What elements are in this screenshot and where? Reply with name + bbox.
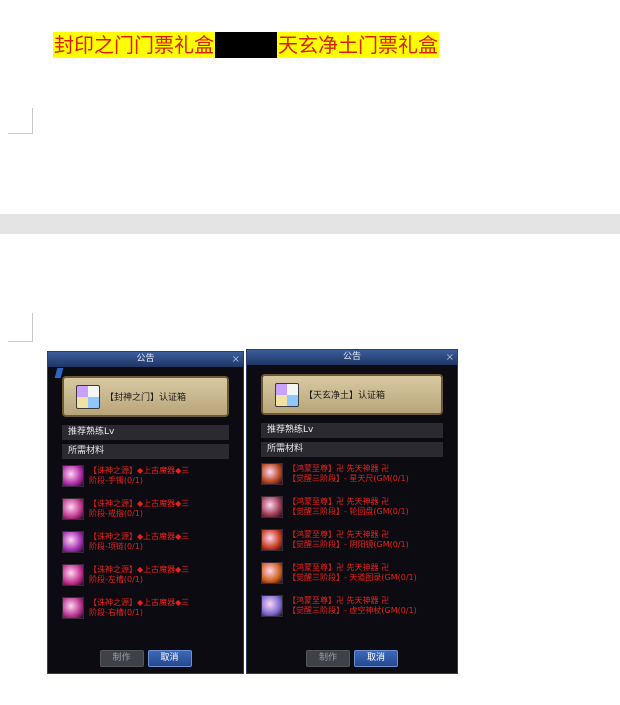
material-icon (62, 498, 84, 520)
material-item[interactable]: 【鸿蒙至尊】卍 先天神器 卍 【觉醒三阶段】- 轮回盘(GM(0/1) (261, 496, 443, 518)
material-item[interactable]: 【鸿蒙至尊】卍 先天神器 卍 【觉醒三阶段】- 虚空神杖(GM(0/1) (261, 595, 443, 617)
dialog-buttons: 制作 取消 (48, 650, 243, 667)
chest-icon (76, 384, 100, 409)
certification-box-banner: 【封神之门】认证箱 (62, 376, 229, 417)
document-headline: 封印之门门票礼盒 天玄净土门票礼盒 (53, 32, 439, 58)
material-icon (62, 564, 84, 586)
material-list: 【鸿蒙至尊】卍 先天神器 卍 【觉醒三阶段】- 星天尺(GM(0/1) 【鸿蒙至… (261, 463, 443, 617)
material-label: 【诛神之源】◆上古魔器◆三 阶段-戒指(0/1) (89, 499, 190, 518)
material-label: 【鸿蒙至尊】卍 先天神器 卍 【觉醒三阶段】- 轮回盘(GM(0/1) (288, 497, 409, 516)
material-item[interactable]: 【鸿蒙至尊】卍 先天神器 卍 【觉醒三阶段】- 星天尺(GM(0/1) (261, 463, 443, 485)
cancel-button[interactable]: 取消 (147, 650, 192, 667)
material-icon (261, 595, 283, 617)
dialog-title: 公告 (136, 354, 155, 364)
material-icon (62, 597, 84, 619)
material-item[interactable]: 【诛神之源】◆上古魔器◆三 阶段-项链(0/1) (62, 531, 229, 553)
material-item[interactable]: 【诛神之源】◆上古魔器◆三 阶段-手镯(0/1) (62, 465, 229, 487)
cancel-button[interactable]: 取消 (354, 650, 398, 667)
close-icon[interactable]: × (446, 350, 454, 365)
material-label: 【鸿蒙至尊】卍 先天神器 卍 【觉醒三阶段】- 阴阳镜(GM(0/1) (288, 530, 409, 549)
material-label: 【鸿蒙至尊】卍 先天神器 卍 【觉醒三阶段】- 虚空神杖(GM(0/1) (288, 596, 417, 615)
material-icon (261, 529, 283, 551)
material-item[interactable]: 【诛神之源】◆上古魔器◆三 阶段-左槽(0/1) (62, 564, 229, 586)
material-icon (62, 465, 84, 487)
material-icon (261, 463, 283, 485)
material-label: 【诛神之源】◆上古魔器◆三 阶段-右槽(0/1) (89, 598, 190, 617)
headline-left-text: 封印之门门票礼盒 (53, 32, 215, 58)
material-label: 【鸿蒙至尊】卍 先天神器 卍 【觉醒三阶段】- 天道图录(GM(0/1) (288, 563, 417, 582)
page-corner-mark (8, 313, 33, 342)
required-materials-header: 所需材料 (62, 444, 229, 459)
dialog-title: 公告 (342, 352, 361, 362)
banner-label: 【封神之门】认证箱 (105, 393, 187, 403)
dialog-title-bar[interactable]: 公告 × (247, 350, 457, 365)
material-label: 【诛神之源】◆上古魔器◆三 阶段-手镯(0/1) (89, 466, 190, 485)
dialog-title-bar[interactable]: 公告 × (48, 352, 243, 367)
chest-icon (275, 382, 299, 407)
page-break-divider (0, 214, 620, 234)
recommend-level-row: 推荐熟练Lv (62, 425, 229, 440)
certification-box-banner: 【天玄净土】认证箱 (261, 374, 443, 415)
headline-right-text: 天玄净土门票礼盒 (277, 32, 439, 58)
redaction-block (215, 32, 277, 58)
dialog-buttons: 制作 取消 (247, 650, 457, 667)
material-item[interactable]: 【鸿蒙至尊】卍 先天神器 卍 【觉醒三阶段】- 天道图录(GM(0/1) (261, 562, 443, 584)
material-label: 【鸿蒙至尊】卍 先天神器 卍 【觉醒三阶段】- 星天尺(GM(0/1) (288, 464, 409, 483)
recommend-level-row: 推荐熟练Lv (261, 423, 443, 438)
material-item[interactable]: 【诛神之源】◆上古魔器◆三 阶段-戒指(0/1) (62, 498, 229, 520)
required-materials-header: 所需材料 (261, 442, 443, 457)
material-item[interactable]: 【鸿蒙至尊】卍 先天神器 卍 【觉醒三阶段】- 阴阳镜(GM(0/1) (261, 529, 443, 551)
page-corner-mark (8, 108, 33, 134)
material-item[interactable]: 【诛神之源】◆上古魔器◆三 阶段-右槽(0/1) (62, 597, 229, 619)
material-label: 【诛神之源】◆上古魔器◆三 阶段-项链(0/1) (89, 532, 190, 551)
make-button[interactable]: 制作 (99, 650, 144, 667)
material-label: 【诛神之源】◆上古魔器◆三 阶段-左槽(0/1) (89, 565, 190, 584)
material-icon (62, 531, 84, 553)
notice-dialog-1: 公告 × 【封神之门】认证箱 推荐熟练Lv 所需材料 【诛神之源】◆上古魔器◆三… (47, 351, 244, 674)
make-button[interactable]: 制作 (306, 650, 350, 667)
notice-dialog-2: 公告 × 【天玄净土】认证箱 推荐熟练Lv 所需材料 【鸿蒙至尊】卍 先天神器 … (246, 349, 458, 674)
material-icon (261, 496, 283, 518)
banner-label: 【天玄净土】认证箱 (304, 391, 386, 401)
close-icon[interactable]: × (232, 352, 240, 367)
material-list: 【诛神之源】◆上古魔器◆三 阶段-手镯(0/1) 【诛神之源】◆上古魔器◆三 阶… (62, 465, 229, 619)
material-icon (261, 562, 283, 584)
